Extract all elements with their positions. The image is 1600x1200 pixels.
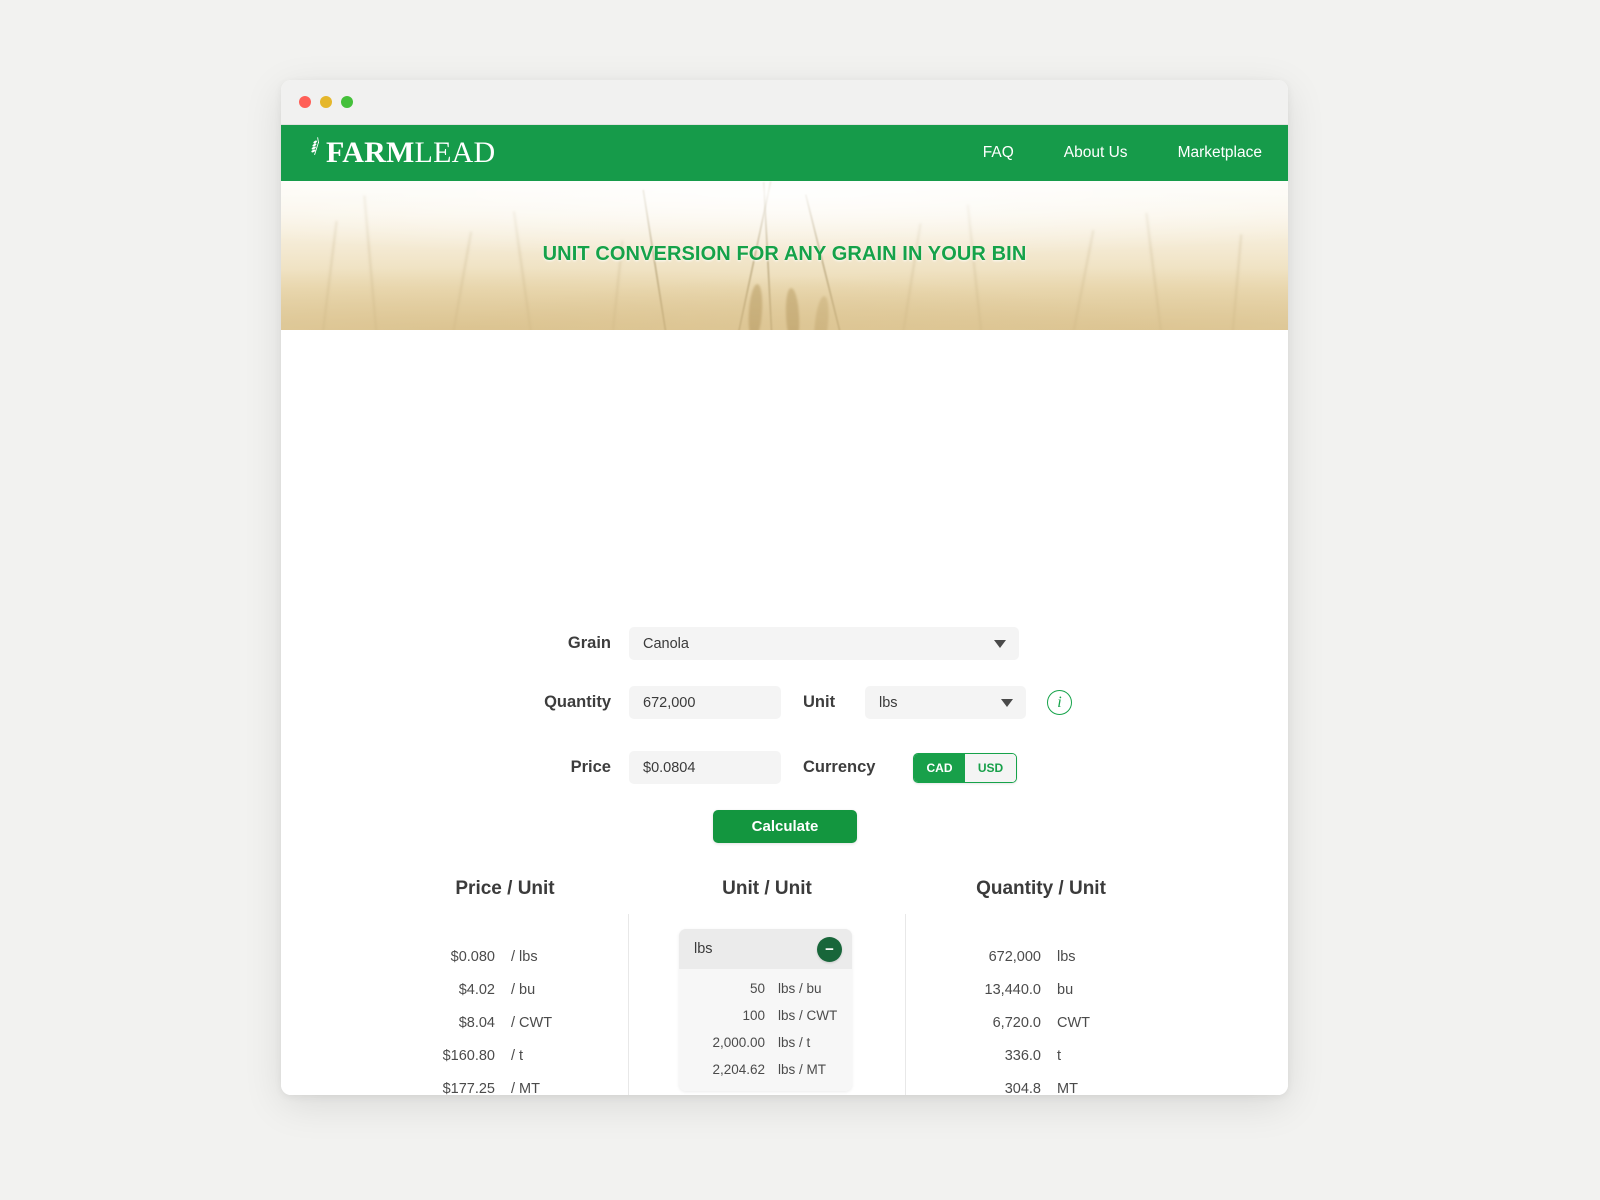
info-icon[interactable]: i: [1047, 690, 1072, 715]
unit-per-unit-title: Unit / Unit: [722, 878, 812, 899]
list-item: 336.0 t: [939, 1048, 1161, 1064]
list-item: 6,720.0 CWT: [939, 1015, 1161, 1031]
quantity-per-unit-title: Quantity / Unit: [976, 878, 1106, 899]
list-item: 304.8 MT: [939, 1081, 1161, 1095]
list-item: 2,204.62 lbs / MT: [689, 1062, 838, 1077]
unit-select-value: lbs: [879, 694, 898, 711]
quantity-input[interactable]: [629, 686, 781, 719]
quantity-value: 336.0: [1004, 1048, 1041, 1064]
price-input[interactable]: [629, 751, 781, 784]
quantity-value: 13,440.0: [984, 982, 1041, 998]
price-value: $8.04: [458, 1015, 495, 1031]
close-window-button[interactable]: [299, 96, 311, 108]
list-item: 672,000 lbs: [939, 949, 1161, 965]
nav-link-marketplace[interactable]: Marketplace: [1178, 144, 1262, 162]
nav-link-faq[interactable]: FAQ: [983, 144, 1014, 162]
grain-label: Grain: [567, 634, 611, 652]
unit-select[interactable]: lbs: [865, 686, 1026, 719]
conversion-value: 2,000.00: [712, 1035, 765, 1050]
unit-label: Unit: [803, 693, 836, 711]
grain-select-value: Canola: [643, 635, 689, 652]
converter-panel: Grain Canola Quantity Unit lbs i Price C…: [281, 330, 1288, 1095]
conversion-unit: lbs / t: [778, 1035, 811, 1050]
price-value: $0.080: [450, 949, 495, 965]
wheat-icon: [311, 132, 325, 155]
quantity-unit: MT: [1057, 1081, 1078, 1095]
currency-option-cad[interactable]: CAD: [914, 753, 965, 782]
price-unit: / MT: [511, 1081, 540, 1095]
nav-link-about-us[interactable]: About Us: [1064, 144, 1128, 162]
grain-row: Grain Canola: [461, 627, 1019, 660]
quantity-label: Quantity: [544, 693, 611, 711]
quantity-unit: bu: [1057, 982, 1074, 998]
quantity-unit: t: [1057, 1048, 1062, 1064]
conversion-unit: lbs / MT: [778, 1062, 827, 1077]
unit-card-label: lbs: [694, 941, 713, 957]
minimize-window-button[interactable]: [320, 96, 332, 108]
list-item: 13,440.0 bu: [939, 982, 1161, 998]
quantity-per-unit-list: 672,000 lbs 13,440.0 bu 6,720.0 CWT 336.…: [921, 949, 1161, 1095]
price-value: $160.80: [442, 1048, 495, 1064]
price-per-unit-column: Price / Unit $0.080 / lbs $4.02 / bu $8.…: [393, 878, 617, 1095]
quantity-per-unit-column: Quantity / Unit 672,000 lbs 13,440.0 bu …: [921, 878, 1161, 1095]
chevron-down-icon: [1001, 698, 1013, 707]
unit-card-body-lbs: 50 lbs / bu 100 lbs / CWT 2,000.00 lbs /…: [679, 969, 852, 1091]
list-item: 100 lbs / CWT: [689, 1008, 838, 1023]
farmlead-logo[interactable]: FARM LEAD: [311, 136, 495, 170]
price-value: $4.02: [458, 982, 495, 998]
price-value: $177.25: [442, 1081, 495, 1095]
main-navigation: FAQ About Us Marketplace: [933, 144, 1262, 162]
price-per-unit-list: $0.080 / lbs $4.02 / bu $8.04 / CWT $160…: [393, 949, 617, 1095]
price-unit: / bu: [511, 982, 536, 998]
unit-card-list: lbs − 50 lbs / bu 100 lbs / CWT 2,000.00…: [679, 929, 855, 1095]
hero-title: UNIT CONVERSION FOR ANY GRAIN IN YOUR BI…: [542, 243, 1027, 265]
minus-icon[interactable]: −: [817, 936, 842, 962]
quantity-value: 672,000: [988, 949, 1041, 965]
calculate-button[interactable]: Calculate: [713, 810, 857, 843]
grain-select[interactable]: Canola: [629, 627, 1019, 660]
price-per-unit-title: Price / Unit: [455, 878, 555, 899]
results-divider-left: [628, 914, 629, 1095]
results-divider-right: [905, 914, 906, 1095]
list-item: $8.04 / CWT: [393, 1015, 617, 1031]
list-item: $160.80 / t: [393, 1048, 617, 1064]
unit-card-lbs: lbs − 50 lbs / bu 100 lbs / CWT 2,000.00…: [679, 929, 852, 1091]
list-item: 2,000.00 lbs / t: [689, 1035, 838, 1050]
unit-per-unit-column: Unit / Unit lbs − 50 lbs / bu 100 lbs / …: [679, 878, 855, 1095]
quantity-unit: lbs: [1057, 949, 1076, 965]
quantity-value: 304.8: [1004, 1081, 1041, 1095]
price-label: Price: [570, 758, 611, 776]
logo-text-bold: FARM: [326, 136, 415, 169]
conversion-unit: lbs / bu: [778, 981, 822, 996]
list-item: $0.080 / lbs: [393, 949, 617, 965]
maximize-window-button[interactable]: [341, 96, 353, 108]
quantity-unit: CWT: [1057, 1015, 1091, 1031]
price-row: Price Currency CAD USD: [461, 751, 1017, 784]
currency-toggle: CAD USD: [913, 752, 1017, 783]
price-unit: / lbs: [511, 949, 538, 965]
conversion-value: 50: [749, 981, 765, 996]
list-item: $4.02 / bu: [393, 982, 617, 998]
list-item: $177.25 / MT: [393, 1081, 617, 1095]
window-titlebar: [281, 80, 1288, 125]
logo-text-light: LEAD: [414, 136, 496, 169]
conversion-value: 100: [742, 1008, 765, 1023]
currency-label: Currency: [803, 758, 876, 776]
site-header: FARM LEAD FAQ About Us Marketplace: [281, 125, 1288, 181]
price-unit: / CWT: [511, 1015, 553, 1031]
price-unit: / t: [511, 1048, 524, 1064]
hero-banner: UNIT CONVERSION FOR ANY GRAIN IN YOUR BI…: [281, 181, 1288, 330]
conversion-unit: lbs / CWT: [778, 1008, 838, 1023]
chevron-down-icon: [994, 639, 1006, 648]
unit-card-header-lbs[interactable]: lbs −: [679, 929, 852, 969]
quantity-row: Quantity Unit lbs i: [461, 686, 1072, 719]
quantity-value: 6,720.0: [992, 1015, 1041, 1031]
conversion-value: 2,204.62: [712, 1062, 765, 1077]
list-item: 50 lbs / bu: [689, 981, 838, 996]
currency-option-usd[interactable]: USD: [965, 753, 1016, 782]
browser-window: FARM LEAD FAQ About Us Marketplace UNIT …: [281, 80, 1288, 1095]
